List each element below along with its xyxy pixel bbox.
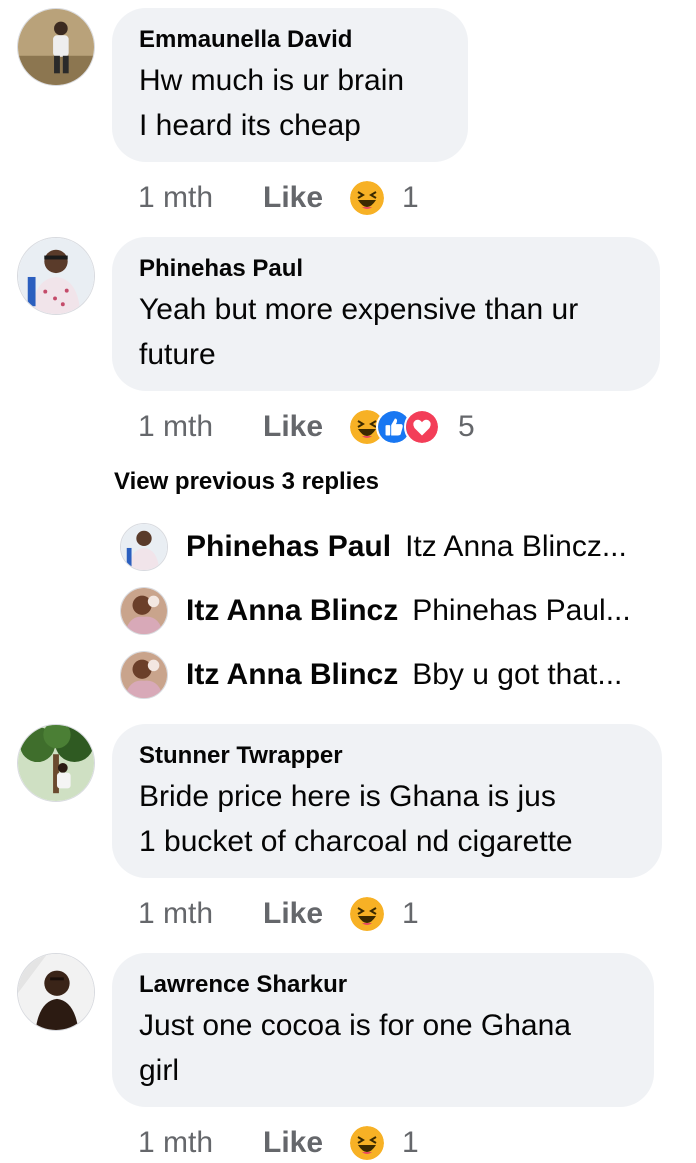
comment-author[interactable]: Emmaunella David — [139, 25, 440, 55]
avatar-photo — [121, 588, 167, 634]
comment-timestamp[interactable]: 1 mth — [138, 1126, 263, 1160]
comment-actions: 1 mth Like 1 — [138, 1123, 419, 1163]
comment-timestamp[interactable]: 1 mth — [138, 410, 263, 444]
reactions-summary[interactable]: 1 — [350, 1126, 419, 1160]
comment-text: Bride price here is Ghana is jus 1 bucke… — [139, 780, 573, 858]
comment-actions: 1 mth Like 1 — [138, 894, 419, 934]
avatar-photo — [121, 652, 167, 698]
comment-timestamp[interactable]: 1 mth — [138, 181, 263, 215]
reply-avatar[interactable] — [120, 651, 168, 699]
reaction-count: 1 — [402, 897, 419, 930]
reply-author[interactable]: Phinehas Paul — [186, 530, 391, 564]
comment-author[interactable]: Stunner Twrapper — [139, 741, 634, 771]
reaction-count: 1 — [402, 181, 419, 214]
avatar[interactable] — [17, 8, 95, 86]
reactions-summary[interactable]: 1 — [350, 897, 419, 931]
like-button[interactable]: Like — [263, 897, 350, 931]
comment-actions: 1 mth Like 5 — [138, 407, 475, 447]
reactions-summary[interactable]: 1 — [350, 181, 419, 215]
haha-reaction-icon — [350, 1126, 384, 1160]
comment-author[interactable]: Phinehas Paul — [139, 254, 632, 284]
comment-bubble: Stunner Twrapper Bride price here is Gha… — [112, 724, 662, 878]
comment-author[interactable]: Lawrence Sharkur — [139, 970, 626, 1000]
reply-text: Phinehas Paul... — [412, 594, 631, 627]
comment-actions: 1 mth Like 1 — [138, 178, 419, 218]
reaction-count: 5 — [458, 410, 475, 443]
avatar[interactable] — [17, 724, 95, 802]
comment-bubble: Emmaunella David Hw much is ur brain I h… — [112, 8, 468, 162]
reaction-count: 1 — [402, 1126, 419, 1159]
reply-author[interactable]: Itz Anna Blincz — [186, 658, 398, 692]
reply-text: Bby u got that... — [412, 658, 623, 691]
comment-text: Just one cocoa is for one Ghana girl — [139, 1009, 571, 1087]
comment-text: Yeah but more expensive than ur future — [139, 293, 579, 371]
avatar-photo — [18, 725, 94, 801]
love-reaction-icon — [404, 409, 440, 445]
comment-bubble: Lawrence Sharkur Just one cocoa is for o… — [112, 953, 654, 1107]
avatar[interactable] — [17, 953, 95, 1031]
haha-reaction-icon — [350, 181, 384, 215]
reply-avatar[interactable] — [120, 523, 168, 571]
avatar[interactable] — [17, 237, 95, 315]
avatar-photo — [121, 524, 167, 570]
reply-author[interactable]: Itz Anna Blincz — [186, 594, 398, 628]
reply-text: Itz Anna Blincz... — [405, 530, 627, 563]
haha-reaction-icon — [350, 897, 384, 931]
like-button[interactable]: Like — [263, 410, 350, 444]
reply-preview[interactable]: Phinehas Paul Itz Anna Blincz... — [120, 519, 680, 575]
reply-preview[interactable]: Itz Anna Blincz Phinehas Paul... — [120, 583, 680, 639]
avatar-photo — [18, 9, 94, 85]
avatar-photo — [18, 238, 94, 314]
comment-timestamp[interactable]: 1 mth — [138, 897, 263, 931]
reply-avatar[interactable] — [120, 587, 168, 635]
view-previous-replies-link[interactable]: View previous 3 replies — [114, 468, 379, 496]
reply-preview[interactable]: Itz Anna Blincz Bby u got that... — [120, 647, 680, 703]
reactions-summary[interactable]: 5 — [350, 409, 475, 445]
comment-bubble: Phinehas Paul Yeah but more expensive th… — [112, 237, 660, 391]
like-button[interactable]: Like — [263, 181, 350, 215]
like-button[interactable]: Like — [263, 1126, 350, 1160]
comment-text: Hw much is ur brain I heard its cheap — [139, 64, 405, 142]
avatar-photo — [18, 954, 94, 1030]
